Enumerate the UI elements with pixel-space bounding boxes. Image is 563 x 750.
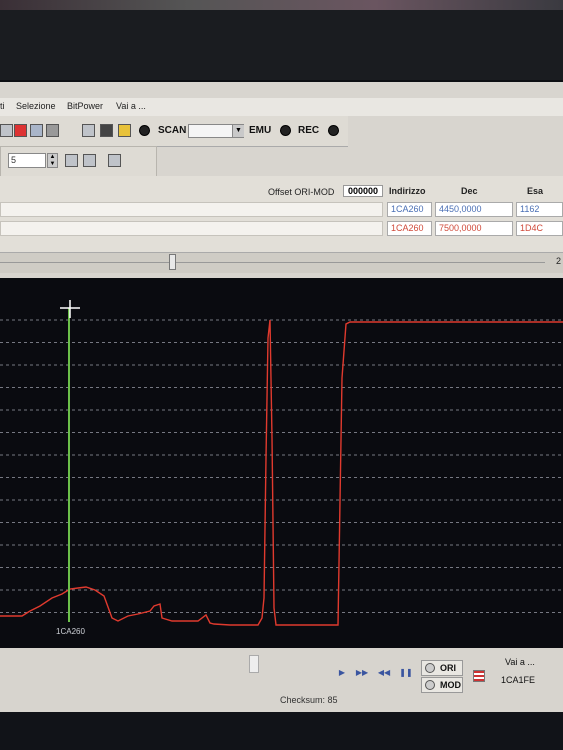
table-row[interactable] xyxy=(0,221,383,236)
address-header: Indirizzo xyxy=(389,186,426,196)
mod-button[interactable]: MOD xyxy=(421,677,463,693)
rec-knob-icon[interactable] xyxy=(328,125,339,136)
screen-bottom-bezel xyxy=(0,712,563,750)
offset-value: 000000 xyxy=(343,185,383,197)
quantity-stepper[interactable]: 5 xyxy=(8,153,46,168)
hex-cell: 1162 xyxy=(516,202,563,217)
emu-knob-icon[interactable] xyxy=(280,125,291,136)
arrows-icon[interactable] xyxy=(14,124,27,137)
crosshair-icon[interactable] xyxy=(60,300,80,318)
dec-cell: 4450,0000 xyxy=(435,202,513,217)
stepper-arrows-icon[interactable]: ▲ ▼ xyxy=(47,153,58,168)
mod-radio-icon xyxy=(425,680,435,690)
goto-input[interactable]: 1CA1FE xyxy=(493,673,557,687)
edit-icon[interactable] xyxy=(0,124,13,137)
emu-label: EMU xyxy=(249,125,272,136)
grid-lines xyxy=(0,319,563,613)
binoculars-icon[interactable] xyxy=(46,124,59,137)
hex-view-icon[interactable] xyxy=(83,154,96,167)
scan-knob-icon[interactable] xyxy=(139,125,150,136)
ori-radio-icon xyxy=(425,663,435,673)
chevron-down-icon[interactable]: ▼ xyxy=(232,125,244,137)
bezel-edge xyxy=(0,0,563,10)
ori-button-label: ORI xyxy=(440,663,457,673)
view-icon[interactable] xyxy=(65,154,78,167)
cursor-address-label: 1CA260 xyxy=(56,627,85,636)
mini-slider[interactable] xyxy=(249,655,259,673)
pause-icon[interactable]: ❚❚ xyxy=(397,663,415,683)
slider-value: 2 xyxy=(556,256,562,266)
menu-item-vai-a[interactable]: Vai a ... xyxy=(116,101,146,111)
play-icon[interactable]: ▶ xyxy=(333,663,351,683)
mod-series-line xyxy=(0,319,563,626)
grid-view-icon[interactable] xyxy=(108,154,121,167)
hex-cell: 1D4C xyxy=(516,221,563,236)
menu-item-tools[interactable]: ti xyxy=(0,101,5,111)
screen-bezel xyxy=(0,0,563,80)
rec-label: REC xyxy=(298,125,320,136)
address-cell: 1CA260 xyxy=(387,221,432,236)
offset-label: Offset ORI-MOD xyxy=(268,187,335,197)
skip-back-icon[interactable]: ◀◀ xyxy=(375,663,393,683)
slider-thumb[interactable] xyxy=(169,254,176,270)
address-cell: 1CA260 xyxy=(387,202,432,217)
dec-header: Dec xyxy=(461,186,478,196)
menu-item-bitpower[interactable]: BitPower xyxy=(67,101,103,111)
skip-forward-icon[interactable]: ▶▶ xyxy=(353,663,371,683)
mod-button-label: MOD xyxy=(440,680,461,690)
dec-cell: 7500,0000 xyxy=(435,221,513,236)
runner-icon[interactable] xyxy=(118,124,131,137)
menu-item-selezione[interactable]: Selezione xyxy=(16,101,56,111)
slider-track[interactable] xyxy=(0,262,545,263)
goto-label: Vai a ... xyxy=(505,657,535,667)
map-graph[interactable] xyxy=(0,278,563,648)
graph-canvas[interactable] xyxy=(0,278,563,648)
menu-bar: ti Selezione BitPower Vai a ... xyxy=(0,98,563,116)
hex-header: Esa xyxy=(527,186,544,196)
checksum-text: Checksum: 85 xyxy=(280,695,338,705)
lock-icon[interactable] xyxy=(100,124,113,137)
flag-icon[interactable] xyxy=(473,670,485,682)
window-icon[interactable] xyxy=(82,124,95,137)
scan-label: SCAN xyxy=(158,125,187,136)
table-row[interactable] xyxy=(0,202,383,217)
ori-button[interactable]: ORI xyxy=(421,660,463,676)
list-icon[interactable] xyxy=(30,124,43,137)
